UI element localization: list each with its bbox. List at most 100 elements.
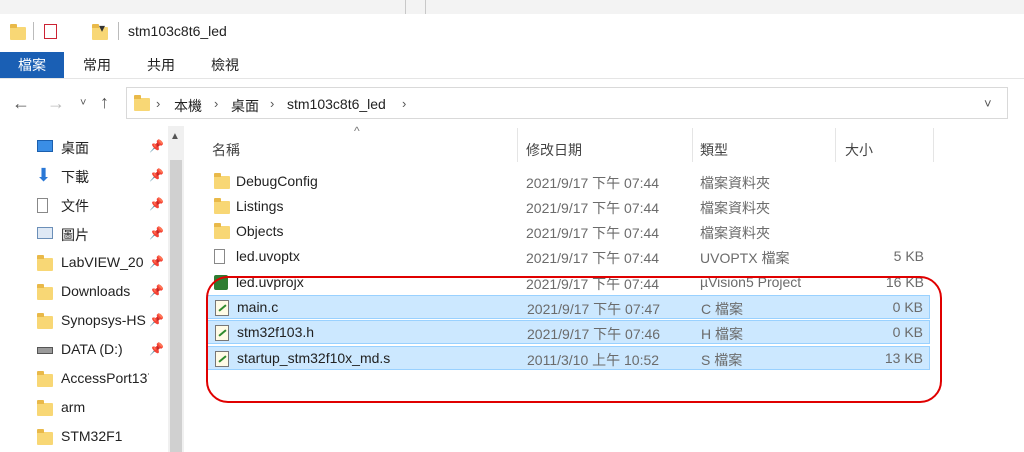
table-row[interactable]: led.uvprojx 2021/9/17 下午 07:44 µVision5 … <box>206 271 930 295</box>
divider <box>118 22 119 40</box>
folder-icon <box>37 371 53 387</box>
pin-icon[interactable]: 📌 <box>149 342 164 356</box>
file-name: stm32f103.h <box>237 324 315 340</box>
pin-icon[interactable]: 📌 <box>149 168 164 182</box>
table-row[interactable]: stm32f103.h 2021/9/17 下午 07:46 H 檔案 0 KB <box>206 320 930 344</box>
picture-icon <box>37 227 53 239</box>
back-arrow-icon[interactable]: ← <box>12 93 30 114</box>
breadcrumb-desktop[interactable]: 桌面 <box>231 96 259 116</box>
table-row[interactable]: led.uvoptx 2021/9/17 下午 07:44 UVOPTX 檔案 … <box>206 245 930 269</box>
file-size: 16 KB <box>885 274 924 290</box>
file-type: H 檔案 <box>701 326 743 342</box>
sidebar-item-label: 下載 <box>61 169 89 185</box>
file-size: 13 KB <box>884 350 923 366</box>
recent-locations-chevron-icon[interactable]: ˅ <box>80 97 86 109</box>
sidebar-item-label: 文件 <box>61 198 89 214</box>
folder-icon <box>37 313 53 329</box>
sidebar-item-downloads-folder[interactable]: Downloads 📌 <box>0 278 168 307</box>
window-title: stm103c8t6_led <box>128 23 227 39</box>
file-type: 檔案資料夾 <box>700 225 770 241</box>
sidebar-item-documents[interactable]: 文件 📌 <box>0 191 168 220</box>
sidebar-item-label: DATA (D:) <box>61 341 123 357</box>
file-name: Objects <box>236 223 284 239</box>
file-date: 2021/9/17 下午 07:44 <box>526 200 660 216</box>
sidebar-item-stm32f1[interactable]: STM32F1 <box>0 423 168 452</box>
file-name: main.c <box>237 299 279 315</box>
ribbon-tabs: 檔案 常用 共用 檢視 <box>0 52 1024 79</box>
folder-icon <box>10 24 26 40</box>
file-type: 檔案資料夾 <box>700 200 770 216</box>
column-divider[interactable] <box>933 128 934 162</box>
properties-icon[interactable] <box>44 24 57 39</box>
source-file-icon <box>215 325 229 341</box>
file-date: 2021/9/17 下午 07:44 <box>526 276 660 292</box>
sidebar-item-arm[interactable]: arm <box>0 394 168 423</box>
table-row[interactable]: Listings 2021/9/17 下午 07:44 檔案資料夾 <box>206 195 930 219</box>
folder-icon <box>37 255 53 271</box>
sidebar-item-desktop[interactable]: 桌面 📌 <box>0 133 168 162</box>
source-file-icon <box>215 351 229 367</box>
folder-icon <box>214 223 230 239</box>
breadcrumb-separator-icon[interactable]: › <box>402 96 406 111</box>
sidebar-item-synopsys[interactable]: Synopsys-HS 📌 <box>0 307 168 336</box>
file-name: startup_stm32f10x_md.s <box>237 350 391 366</box>
pin-icon[interactable]: 📌 <box>149 255 164 269</box>
column-divider[interactable] <box>692 128 693 162</box>
table-row[interactable]: DebugConfig 2021/9/17 下午 07:44 檔案資料夾 <box>206 170 930 194</box>
sidebar-item-label: 圖片 <box>61 227 89 243</box>
sidebar-item-label: AccessPort137 <box>61 370 149 386</box>
forward-arrow-icon[interactable]: → <box>47 93 65 114</box>
file-size: 0 KB <box>892 324 923 340</box>
pin-icon[interactable]: 📌 <box>149 313 164 327</box>
pin-icon[interactable]: 📌 <box>149 139 164 153</box>
sidebar-item-label: arm <box>61 399 86 415</box>
sidebar-item-label: 桌面 <box>61 140 89 156</box>
folder-icon <box>37 284 53 300</box>
column-divider[interactable] <box>517 128 518 162</box>
folder-icon <box>214 198 230 214</box>
column-header-name[interactable]: 名稱 <box>212 140 240 160</box>
tab-share[interactable]: 共用 <box>134 52 188 78</box>
sidebar-scrollbar-thumb[interactable] <box>170 160 182 452</box>
tab-home[interactable]: 常用 <box>70 52 124 78</box>
column-header-date[interactable]: 修改日期 <box>526 140 582 160</box>
customize-toolbar-icon[interactable]: ▾ <box>99 21 105 35</box>
file-date: 2021/9/17 下午 07:44 <box>526 225 660 241</box>
column-header-type[interactable]: 類型 <box>700 140 728 160</box>
sidebar-item-downloads[interactable]: ⬇ 下載 📌 <box>0 162 168 191</box>
breadcrumb-this-pc[interactable]: 本機 <box>174 96 202 116</box>
divider <box>33 22 34 40</box>
column-header-size[interactable]: 大小 <box>845 140 873 160</box>
tab-file[interactable]: 檔案 <box>0 52 64 78</box>
file-date: 2011/3/10 上午 10:52 <box>527 352 660 368</box>
column-divider[interactable] <box>835 128 836 162</box>
sidebar-item-data-drive[interactable]: DATA (D:) 📌 <box>0 336 168 365</box>
folder-icon <box>214 173 230 189</box>
background-window-strip <box>0 0 1024 14</box>
sidebar-item-accessport[interactable]: AccessPort137 <box>0 365 168 394</box>
blank-file-icon <box>214 249 225 264</box>
breadcrumb-separator-icon: › <box>156 96 161 111</box>
file-name: Listings <box>236 198 284 214</box>
up-arrow-icon[interactable]: ↑ <box>100 92 109 113</box>
table-row[interactable]: Objects 2021/9/17 下午 07:44 檔案資料夾 <box>206 220 930 244</box>
sidebar-item-label: Synopsys-HS <box>61 312 146 328</box>
breadcrumb-separator-icon: › <box>270 96 275 111</box>
scroll-up-arrow-icon[interactable]: ▲ <box>170 131 180 142</box>
drive-icon <box>37 347 53 354</box>
tab-view[interactable]: 檢視 <box>198 52 252 78</box>
address-dropdown-chevron-icon[interactable]: ˅ <box>984 96 992 111</box>
breadcrumb-current-folder[interactable]: stm103c8t6_led <box>287 96 386 112</box>
pin-icon[interactable]: 📌 <box>149 226 164 240</box>
folder-icon <box>37 429 53 445</box>
pin-icon[interactable]: 📌 <box>149 284 164 298</box>
sidebar-item-labview[interactable]: LabVIEW_20 📌 <box>0 249 168 278</box>
divider <box>405 0 406 14</box>
divider <box>425 0 426 14</box>
file-size: 5 KB <box>893 248 924 264</box>
table-row[interactable]: main.c 2021/9/17 下午 07:47 C 檔案 0 KB <box>206 295 930 319</box>
sidebar-item-pictures[interactable]: 圖片 📌 <box>0 220 168 249</box>
table-row[interactable]: startup_stm32f10x_md.s 2011/3/10 上午 10:5… <box>206 346 930 370</box>
pin-icon[interactable]: 📌 <box>149 197 164 211</box>
file-type: C 檔案 <box>701 301 743 317</box>
